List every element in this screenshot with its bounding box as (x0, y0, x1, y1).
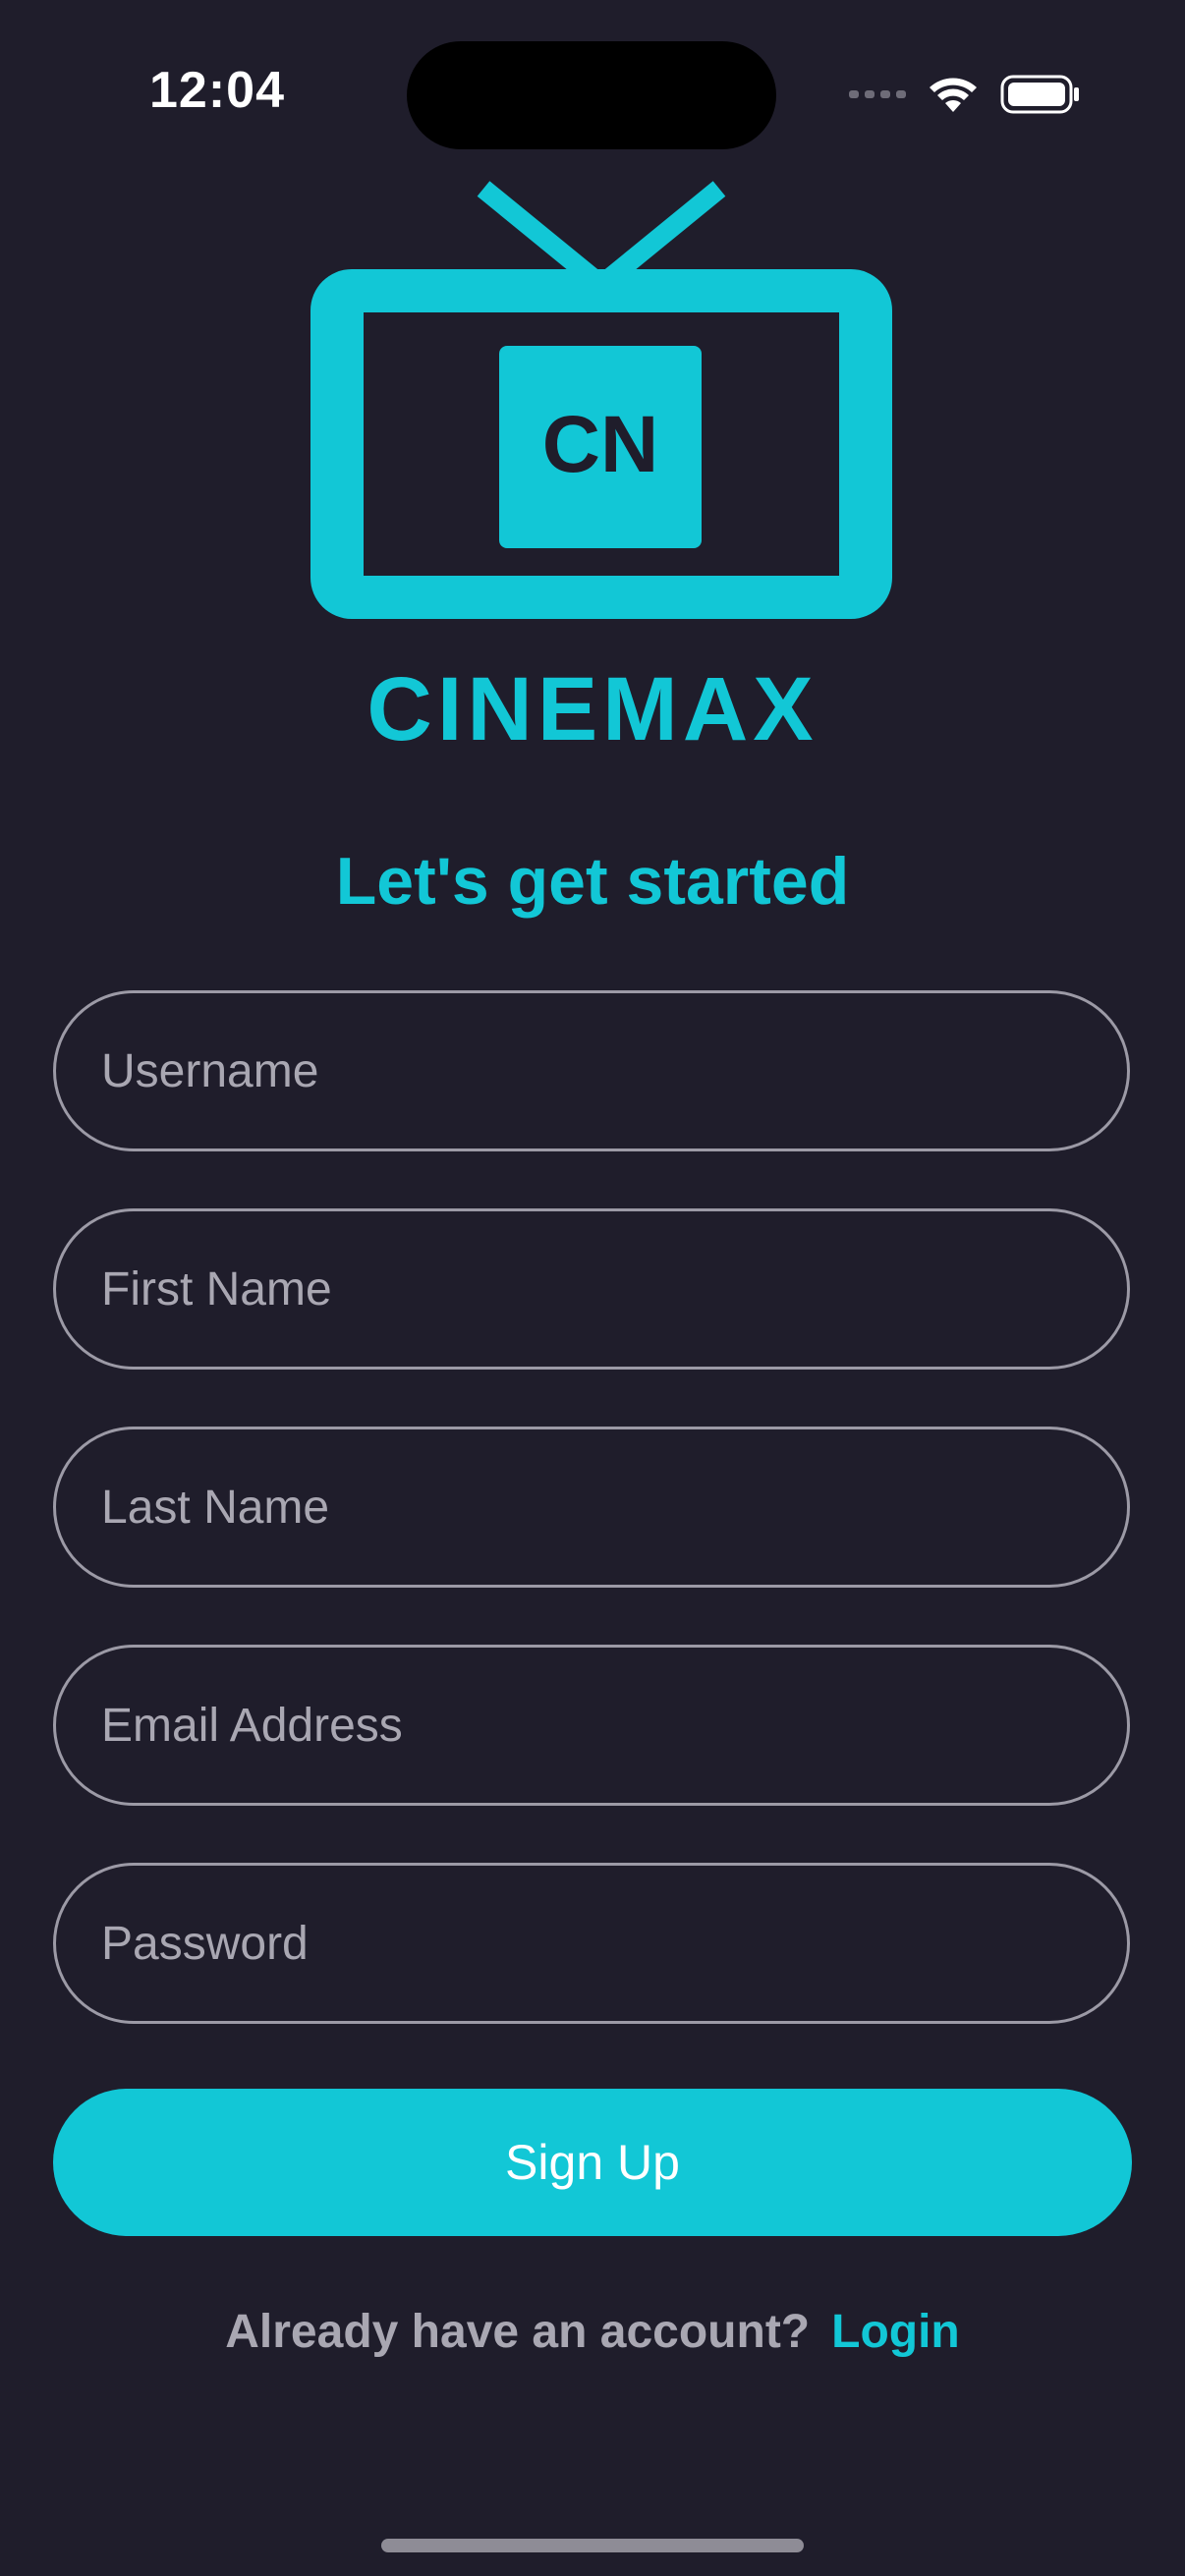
email-input[interactable] (53, 1645, 1130, 1806)
page-heading: Let's get started (335, 844, 850, 919)
password-input[interactable] (53, 1863, 1130, 2024)
last-name-input[interactable] (53, 1427, 1130, 1588)
first-name-input[interactable] (53, 1208, 1130, 1370)
login-prompt: Already have an account? (225, 2306, 811, 2358)
home-indicator (381, 2539, 804, 2552)
cinemax-logo: CN (310, 181, 892, 619)
login-row: Already have an account? Login (0, 2305, 1185, 2359)
brand-name: CINEMAX (367, 659, 818, 759)
sign-up-button[interactable]: Sign Up (53, 2089, 1132, 2236)
status-time: 12:04 (149, 62, 285, 119)
status-icons (849, 69, 1081, 120)
wifi-icon (930, 78, 977, 112)
cellular-signal-icon (849, 90, 906, 98)
dynamic-island (407, 41, 776, 149)
logo-monogram: CN (542, 400, 658, 489)
battery-icon (1000, 75, 1079, 114)
username-input[interactable] (53, 990, 1130, 1151)
login-link[interactable]: Login (831, 2306, 960, 2358)
